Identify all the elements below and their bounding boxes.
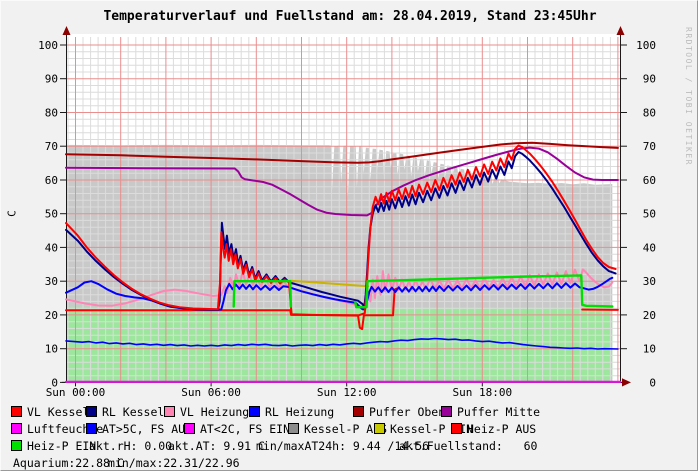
legend-item: Heiz-P AUS [451,422,536,438]
y-tick-label: 90 [45,73,58,86]
legend-label: AT<2C, FS EIN [200,422,290,436]
legend-item: Puffer Mitte [441,405,540,421]
y-tick-label-right: 90 [643,73,656,86]
legend-stat: akt.Fuellstand: 60 [399,439,537,455]
y-tick-label: 40 [45,241,58,254]
legend-item: Puffer Oben [353,405,445,421]
y-tick-label-right: 60 [643,174,656,187]
legend-label: VL Heizung [180,405,249,419]
legend-label: Heiz-P EIN [27,439,96,453]
legend-swatch [164,406,175,417]
legend: VL Kessel RL Kessel VL Heizung RL Heizung Pu… [1,405,698,471]
legend-label: akt.AT: 9.91 C [168,439,265,453]
x-tick-label: Sun 00:00 [46,386,106,399]
legend-label: akt.rH: 0.00 [89,439,172,453]
legend-label: AT>5C, FS AUS [102,422,192,436]
legend-stat: akt.rH: 0.00 [89,439,172,455]
rrdtool-watermark: RRDTOOL / TOBI OETIKER [684,27,693,166]
legend-swatch [288,423,299,434]
y-tick-label-right: 40 [643,241,656,254]
legend-item: AT<2C, FS EIN [184,422,290,438]
legend-swatch [184,423,195,434]
legend-swatch [11,406,22,417]
y-tick-label-right: 80 [643,107,656,120]
legend-item: VL Kessel [11,405,89,421]
legend-label: Puffer Mitte [457,405,540,419]
y-axis-arrow-right [617,26,625,35]
legend-row-4: Aquarium:22.88 Cmin/max:22.31/22.96 [1,456,698,471]
legend-item: Kessel-P AUS [288,422,387,438]
y-tick-label: 60 [45,174,58,187]
legend-swatch [374,423,385,434]
y-tick-label-right: 30 [643,275,656,288]
legend-item: AT>5C, FS AUS [86,422,192,438]
legend-label: RL Heizung [265,405,334,419]
y-tick-label: 30 [45,275,58,288]
y-tick-label-right: 20 [643,309,656,322]
legend-item: Heiz-P EIN [11,439,96,455]
legend-label: RL Kessel [102,405,164,419]
legend-label: VL Kessel [27,405,89,419]
legend-stat: akt.AT: 9.91 C [168,439,265,455]
legend-swatch [86,423,97,434]
legend-swatch [11,423,22,434]
y-axis-arrow-left [63,26,71,35]
legend-row-1: VL Kessel RL Kessel VL Heizung RL Heizung Pu… [1,405,698,422]
legend-swatch [451,423,462,434]
y-tick-label: 70 [45,140,58,153]
legend-swatch [249,406,260,417]
y-tick-label: 50 [45,208,58,221]
legend-swatch [86,406,97,417]
y-tick-label-right: 100 [636,39,656,52]
y-tick-label-right: 70 [643,140,656,153]
y-tick-label: 80 [45,107,58,120]
x-axis-arrow [622,378,631,386]
legend-item: RL Heizung [249,405,334,421]
legend-stat: min/max:22.31/22.96 [108,456,240,471]
legend-label: Heiz-P AUS [467,422,536,436]
y-tick-label-right: 50 [643,208,656,221]
y-tick-label: 20 [45,309,58,322]
legend-label: Puffer Oben [369,405,445,419]
legend-row-3: Heiz-P EINakt.rH: 0.00akt.AT: 9.91 Cmin/… [1,439,698,456]
legend-swatch [441,406,452,417]
legend-swatch [353,406,364,417]
legend-swatch [11,440,22,451]
chart-svg: 0010102020303040405050606070708080909010… [1,1,698,403]
x-tick-label: Sun 18:00 [452,386,512,399]
legend-item: RL Kessel [86,405,164,421]
y-tick-label: 10 [45,343,58,356]
y-tick-label: 100 [38,39,58,52]
x-tick-label: Sun 06:00 [181,386,241,399]
legend-row-2: LuftfeuchteAT>5C, FS AUSAT<2C, FS EINKes… [1,422,698,439]
legend-item: VL Heizung [164,405,249,421]
y-tick-label-right: 0 [649,376,656,389]
y-tick-label-right: 10 [643,343,656,356]
rrdtool-graph: Temperaturverlauf und Fuellstand am: 28.… [0,0,698,471]
legend-label: akt.Fuellstand: 60 [399,439,537,453]
legend-label: min/max:22.31/22.96 [108,456,240,470]
x-tick-label: Sun 12:00 [317,386,377,399]
